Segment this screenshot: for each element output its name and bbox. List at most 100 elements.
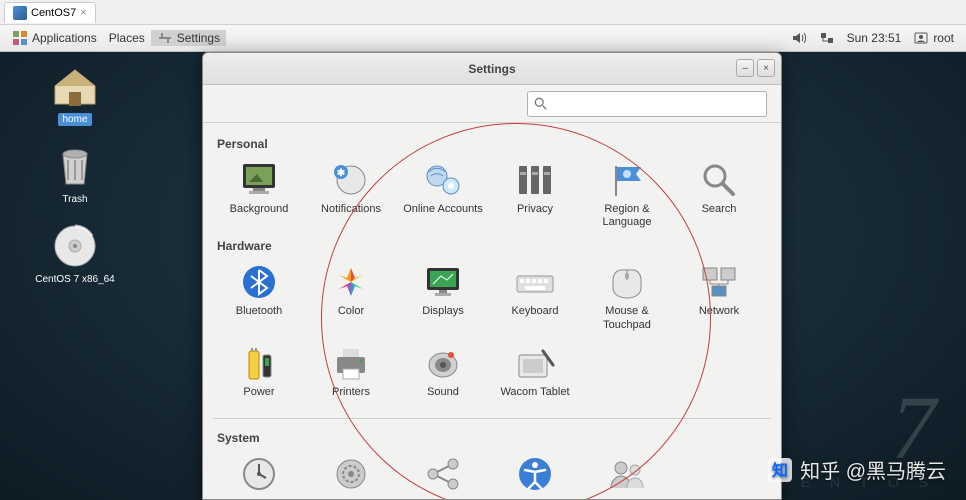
settings-item-details[interactable]	[305, 451, 397, 499]
section-divider	[213, 418, 771, 419]
settings-item-keyboard[interactable]: Keyboard	[489, 259, 581, 335]
home-folder-icon	[51, 62, 99, 110]
trash-label: Trash	[58, 193, 91, 206]
background-icon	[239, 161, 279, 199]
window-titlebar[interactable]: Settings – ×	[203, 53, 781, 85]
system-grid	[213, 451, 771, 499]
clock-text: Sun 23:51	[847, 31, 902, 45]
settings-item-label: Online Accounts	[403, 203, 483, 229]
settings-label: Settings	[177, 31, 220, 45]
settings-item-label: Wacom Tablet	[500, 386, 569, 412]
tab-close-icon[interactable]: ×	[80, 7, 86, 19]
trash-icon	[51, 142, 99, 190]
close-button[interactable]: ×	[757, 59, 775, 77]
settings-item-label: Color	[338, 305, 364, 331]
settings-item-bluetooth[interactable]: Bluetooth	[213, 259, 305, 335]
settings-item-region[interactable]: Region & Language	[581, 157, 673, 233]
settings-menu-item[interactable]: Settings	[151, 30, 226, 46]
displays-icon	[423, 263, 463, 301]
region-icon	[607, 161, 647, 199]
online-accounts-icon	[423, 161, 463, 199]
settings-item-privacy[interactable]: Privacy	[489, 157, 581, 233]
applications-icon	[12, 30, 28, 46]
gnome-top-panel: Applications Places Settings Sun 23:51 r…	[0, 25, 966, 52]
watermark-text: 知乎 @黑马腾云	[800, 455, 946, 484]
settings-app-icon	[157, 30, 173, 46]
settings-item-label: Mouse & Touchpad	[581, 305, 673, 331]
zhihu-icon: 知	[768, 458, 792, 482]
settings-body[interactable]: Personal Background ✱ Notifications Online …	[203, 123, 781, 499]
settings-item-wacom[interactable]: Wacom Tablet	[489, 340, 581, 416]
cdrom-icon	[51, 222, 99, 270]
system-section-header: System	[213, 425, 771, 451]
cdrom-label: CentOS 7 x86_64	[31, 273, 119, 286]
user-menu[interactable]: root	[907, 30, 960, 46]
hardware-grid: Bluetooth Color Displays Keyboard Mouse & To…	[213, 259, 771, 415]
centos-favicon	[13, 6, 27, 20]
places-menu[interactable]: Places	[103, 31, 151, 45]
settings-item-search[interactable]: Search	[673, 157, 765, 233]
network-icon	[699, 263, 739, 301]
privacy-icon	[515, 161, 555, 199]
settings-item-datetime[interactable]	[213, 451, 305, 499]
personal-grid: Background ✱ Notifications Online Accounts P…	[213, 157, 771, 233]
settings-item-label: Privacy	[517, 203, 553, 229]
home-desktop-icon[interactable]: home	[30, 62, 120, 126]
browser-tab[interactable]: CentOS7 ×	[4, 2, 96, 23]
sound-icon	[423, 344, 463, 382]
applications-menu[interactable]: Applications	[6, 30, 103, 46]
window-title: Settings	[468, 62, 515, 76]
trash-desktop-icon[interactable]: Trash	[30, 142, 120, 206]
settings-item-label: Search	[702, 203, 737, 229]
sharing-icon	[423, 455, 463, 493]
cdrom-desktop-icon[interactable]: CentOS 7 x86_64	[15, 222, 135, 286]
settings-item-sharing[interactable]	[397, 451, 489, 499]
clock[interactable]: Sun 23:51	[841, 31, 908, 45]
places-label: Places	[109, 31, 145, 45]
settings-item-mouse[interactable]: Mouse & Touchpad	[581, 259, 673, 335]
settings-item-label: Notifications	[321, 203, 381, 229]
minimize-button[interactable]: –	[736, 59, 754, 77]
settings-item-power[interactable]: Power	[213, 340, 305, 416]
svg-text:知: 知	[772, 461, 788, 480]
settings-item-accessibility[interactable]	[489, 451, 581, 499]
settings-item-notifications[interactable]: ✱ Notifications	[305, 157, 397, 233]
settings-item-color[interactable]: Color	[305, 259, 397, 335]
network-panel-icon	[819, 30, 835, 46]
keyboard-icon	[515, 263, 555, 301]
details-icon	[331, 455, 371, 493]
bluetooth-icon	[239, 263, 279, 301]
settings-item-online-accounts[interactable]: Online Accounts	[397, 157, 489, 233]
settings-window: Settings – × Personal Background ✱ Notific…	[202, 52, 782, 500]
settings-item-network[interactable]: Network	[673, 259, 765, 335]
color-icon	[331, 263, 371, 301]
search-icon	[534, 97, 548, 111]
search-input[interactable]	[552, 97, 760, 111]
user-label: root	[933, 31, 954, 45]
tab-title: CentOS7	[31, 7, 76, 19]
printers-icon	[331, 344, 371, 382]
settings-item-sound[interactable]: Sound	[397, 340, 489, 416]
personal-section-header: Personal	[213, 131, 771, 157]
settings-item-label: Background	[230, 203, 289, 229]
settings-item-label: Region & Language	[581, 203, 673, 229]
users-icon	[607, 455, 647, 493]
settings-item-label: Network	[699, 305, 739, 331]
settings-item-users[interactable]	[581, 451, 673, 499]
settings-item-label: Keyboard	[511, 305, 558, 331]
search-box[interactable]	[527, 91, 767, 117]
power-icon	[239, 344, 279, 382]
mouse-icon	[607, 263, 647, 301]
settings-item-printers[interactable]: Printers	[305, 340, 397, 416]
volume-indicator[interactable]	[785, 30, 813, 46]
settings-item-background[interactable]: Background	[213, 157, 305, 233]
volume-icon	[791, 30, 807, 46]
hardware-section-header: Hardware	[213, 233, 771, 259]
settings-item-label: Printers	[332, 386, 370, 412]
settings-item-displays[interactable]: Displays	[397, 259, 489, 335]
desktop[interactable]: 7 C E N T O S home Trash CentOS 7 x86_64…	[0, 52, 966, 500]
network-indicator[interactable]	[813, 30, 841, 46]
accessibility-icon	[515, 455, 555, 493]
notifications-icon: ✱	[331, 161, 371, 199]
settings-item-label: Bluetooth	[236, 305, 282, 331]
